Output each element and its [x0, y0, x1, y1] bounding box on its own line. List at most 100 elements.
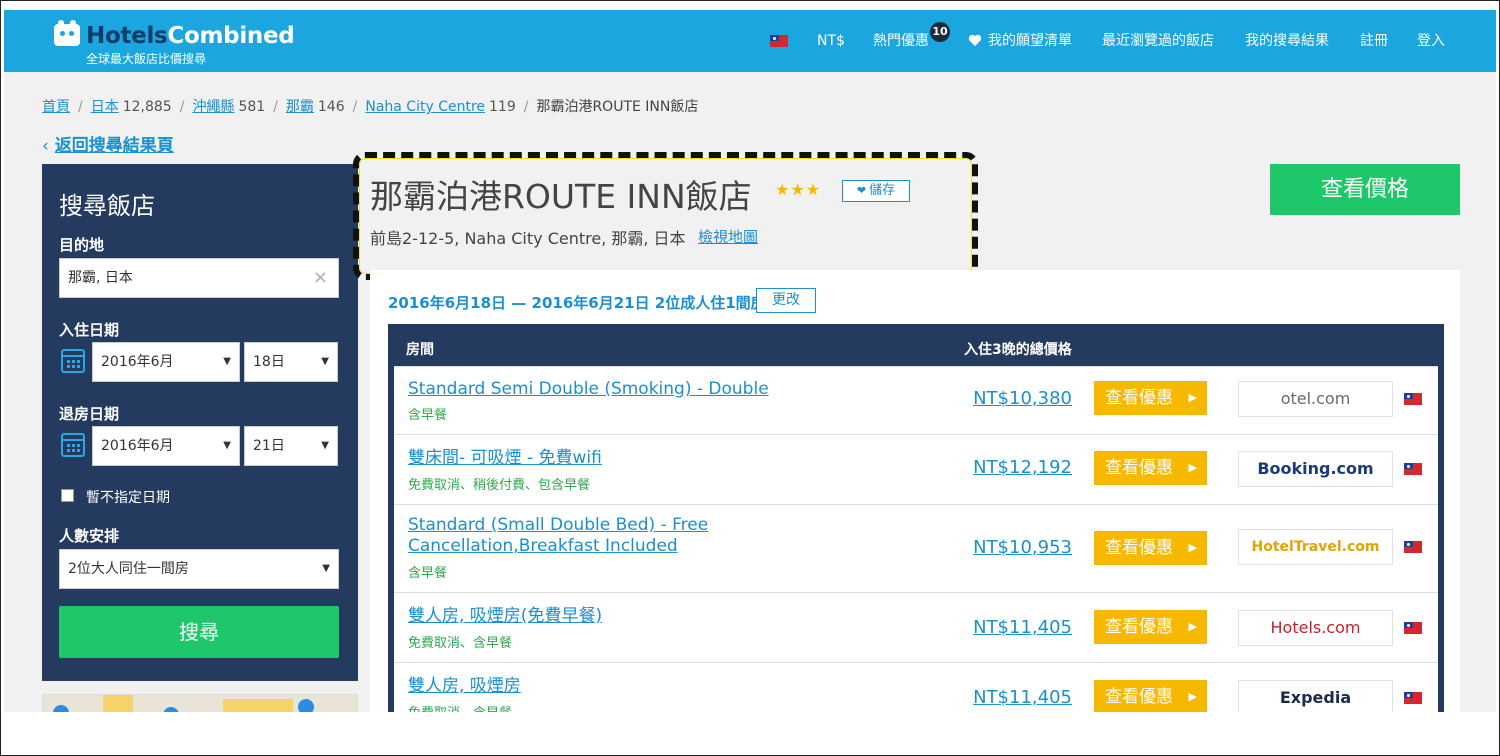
breadcrumb-home[interactable]: 首頁: [42, 99, 70, 115]
chevron-right-icon: ▶: [1188, 690, 1197, 703]
bear-logo-icon: [54, 20, 80, 46]
checkout-month-select[interactable]: 2016年6月 ▼: [92, 426, 240, 466]
destination-value: 那霸, 日本: [68, 270, 133, 286]
no-dates-checkbox[interactable]: [61, 489, 74, 502]
breadcrumb-current: 那霸泊港ROUTE INN飯店: [536, 99, 699, 115]
room-price-link[interactable]: NT$10,953: [973, 537, 1072, 558]
provider-logo-hotels[interactable]: Hotels.com: [1238, 610, 1393, 646]
taiwan-flag-icon: [1404, 393, 1422, 405]
search-button[interactable]: 搜尋: [59, 606, 339, 658]
view-deal-label: 查看優惠: [1105, 617, 1173, 637]
taiwan-flag-icon: [1404, 622, 1422, 634]
room-name-link[interactable]: 雙人房, 吸煙房(免費早餐): [408, 606, 602, 627]
taiwan-flag-icon: [1404, 692, 1422, 704]
guests-select[interactable]: 2位大人同住一間房 ▼: [59, 549, 339, 589]
checkout-day-value: 21日: [253, 438, 285, 454]
checkin-month-select[interactable]: 2016年6月 ▼: [92, 342, 240, 382]
highlight-annotation: [353, 152, 978, 280]
close-icon[interactable]: ×: [313, 259, 328, 297]
no-dates-label: 暫不指定日期: [86, 490, 170, 506]
calendar-icon[interactable]: [61, 349, 85, 373]
room-price-link[interactable]: NT$11,405: [973, 617, 1072, 638]
checkin-day-select[interactable]: 18日 ▼: [244, 342, 338, 382]
checkout-month-value: 2016年6月: [101, 438, 174, 454]
heart-icon: [968, 34, 982, 46]
breadcrumb-okinawa[interactable]: 沖繩縣: [192, 99, 234, 115]
checkin-day-value: 18日: [253, 354, 285, 370]
table-row: 雙人房, 吸煙房 免費取消、含早餐 NT$11,405 查看優惠 ▶ Expedi…: [394, 662, 1438, 712]
table-row: Standard (Small Double Bed) - Free Cance…: [394, 504, 1438, 592]
view-deal-button[interactable]: 查看優惠 ▶: [1094, 680, 1207, 712]
view-prices-button[interactable]: 查看價格: [1270, 164, 1460, 215]
map-thumbnail[interactable]: [42, 694, 358, 712]
room-perks: 免費取消、稍後付費、包含早餐: [408, 478, 591, 493]
taiwan-flag-icon: [1404, 463, 1422, 475]
checkin-label: 入住日期: [59, 321, 120, 339]
checkout-day-select[interactable]: 21日 ▼: [244, 426, 338, 466]
sidebar-title: 搜尋飯店: [59, 192, 155, 220]
change-dates-button[interactable]: 更改: [756, 288, 816, 313]
breadcrumb-naha-count: 146: [317, 99, 345, 115]
view-deal-label: 查看優惠: [1105, 538, 1173, 558]
view-deal-button[interactable]: 查看優惠 ▶: [1094, 381, 1207, 415]
checkout-label: 退房日期: [59, 405, 120, 423]
chevron-down-icon: ▼: [223, 356, 231, 367]
checkin-month-value: 2016年6月: [101, 354, 174, 370]
destination-label: 目的地: [59, 236, 105, 254]
view-deal-button[interactable]: 查看優惠 ▶: [1094, 451, 1207, 485]
login-link[interactable]: 登入: [1417, 10, 1445, 72]
destination-input[interactable]: 那霸, 日本 ×: [59, 258, 339, 298]
guests-value: 2位大人同住一間房: [68, 561, 189, 577]
back-to-results-label: 返回搜尋結果頁: [54, 136, 174, 156]
column-header-total: 入住3晚的總價格: [964, 342, 1072, 358]
provider-logo-otel[interactable]: otel.com: [1238, 381, 1393, 417]
back-to-results-link[interactable]: ‹ 返回搜尋結果頁: [42, 131, 174, 156]
provider-logo-expedia[interactable]: Expedia: [1238, 680, 1393, 712]
chevron-down-icon: ▼: [322, 563, 330, 574]
logo-text-part1: Hotels: [86, 23, 168, 49]
view-deal-button[interactable]: 查看優惠 ▶: [1094, 610, 1207, 644]
guests-label: 人數安排: [59, 527, 120, 545]
breadcrumb-japan-count: 12,885: [122, 99, 172, 115]
room-name-link[interactable]: 雙人房, 吸煙房: [408, 676, 521, 697]
view-deal-button[interactable]: 查看優惠 ▶: [1094, 531, 1207, 565]
room-name-link[interactable]: Standard (Small Double Bed) - Free Cance…: [408, 515, 738, 557]
calendar-icon[interactable]: [61, 433, 85, 457]
rooms-table: 房間 入住3晚的總價格 Standard Semi Double (Smokin…: [388, 324, 1444, 712]
wishlist-link[interactable]: 我的願望清單: [988, 10, 1072, 72]
room-price-link[interactable]: NT$12,192: [973, 457, 1072, 478]
room-name-link[interactable]: 雙床間- 可吸煙 - 免費wifi: [408, 448, 602, 469]
provider-name: Expedia: [1279, 688, 1352, 707]
chevron-left-icon: ‹: [42, 136, 49, 156]
breadcrumb-naha[interactable]: 那霸: [286, 99, 314, 115]
view-deal-label: 查看優惠: [1105, 687, 1173, 707]
column-header-room: 房間: [406, 342, 434, 358]
stay-dates: 2016年6月18日 — 2016年6月21日 2位成人住1間房: [388, 294, 766, 312]
provider-name: Booking.com: [1257, 459, 1374, 478]
recently-viewed-link[interactable]: 最近瀏覽過的飯店: [1102, 10, 1214, 72]
table-row: Standard Semi Double (Smoking) - Double …: [394, 366, 1438, 434]
breadcrumb-japan[interactable]: 日本: [91, 99, 119, 115]
taiwan-flag-icon[interactable]: [770, 35, 788, 47]
room-price-link[interactable]: NT$11,405: [973, 687, 1072, 708]
provider-logo-booking[interactable]: Booking.com: [1238, 451, 1393, 487]
breadcrumb-naha-city-centre[interactable]: Naha City Centre: [365, 99, 485, 115]
hot-deals-link[interactable]: 熱門優惠: [873, 10, 929, 72]
provider-logo-hoteltravel[interactable]: HotelTravel.com: [1238, 529, 1393, 565]
chevron-down-icon: ▼: [321, 356, 329, 367]
chevron-right-icon: ▶: [1188, 541, 1197, 554]
room-price-link[interactable]: NT$10,380: [973, 388, 1072, 409]
room-name-link[interactable]: Standard Semi Double (Smoking) - Double: [408, 379, 769, 400]
register-link[interactable]: 註冊: [1360, 10, 1388, 72]
logo-text: HotelsCombined: [86, 23, 295, 49]
chevron-right-icon: ▶: [1188, 620, 1197, 633]
breadcrumb: 首頁 / 日本 12,885/沖繩縣 581/那霸 146/Naha City Centr…: [42, 99, 699, 115]
taiwan-flag-icon: [1404, 541, 1422, 553]
logo-tagline: 全球最大飯店比價搜尋: [86, 52, 207, 66]
chevron-down-icon: ▼: [223, 440, 231, 451]
breadcrumb-naha-city-centre-count: 119: [489, 99, 516, 115]
my-searches-link[interactable]: 我的搜尋結果: [1245, 10, 1329, 72]
currency-selector[interactable]: NT$: [817, 10, 845, 72]
top-navbar: HotelsCombined 全球最大飯店比價搜尋 NT$ 熱門優惠 10 我的…: [4, 10, 1496, 72]
table-row: 雙床間- 可吸煙 - 免費wifi 免費取消、稍後付費、包含早餐 NT$12,1…: [394, 434, 1438, 504]
